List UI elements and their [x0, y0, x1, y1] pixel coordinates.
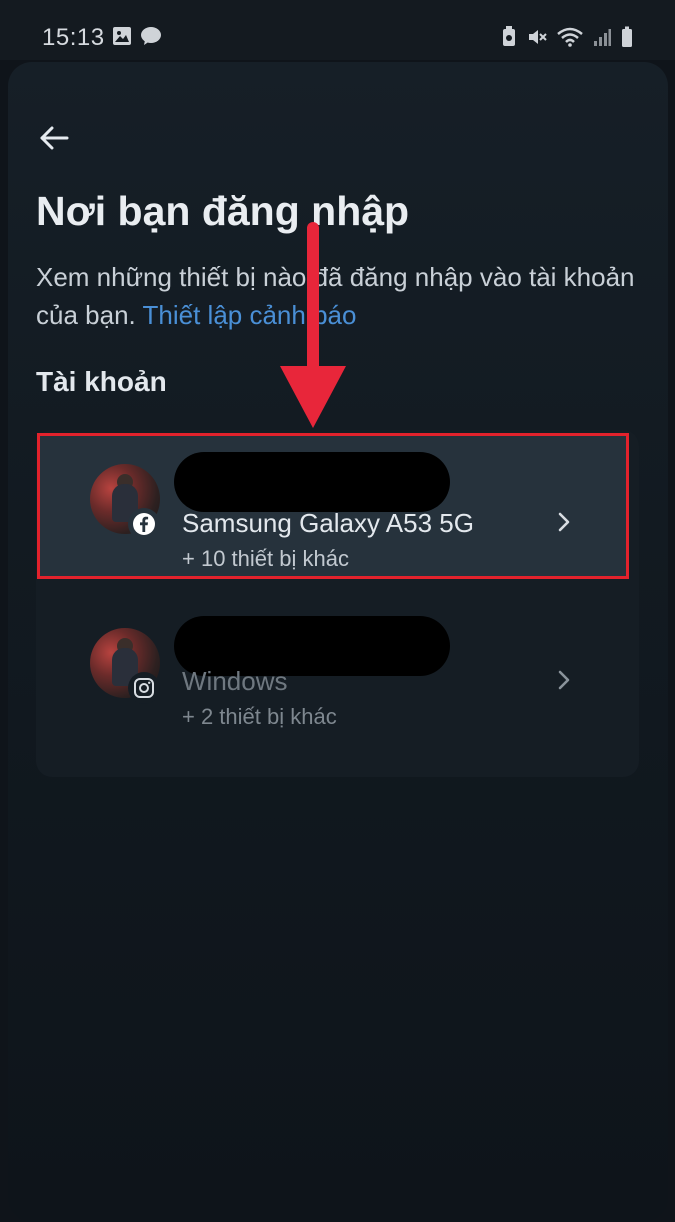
battery-icon [622, 26, 632, 47]
facebook-icon [133, 513, 155, 535]
signal-icon [594, 29, 611, 46]
wifi-icon [557, 27, 583, 47]
back-button[interactable] [36, 120, 72, 156]
chevron-right-icon [558, 512, 570, 532]
device-count: + 10 thiết bị khác [182, 546, 349, 571]
section-title: Tài khoản [36, 366, 167, 397]
arrow-left-icon [40, 126, 69, 150]
account-row-facebook[interactable]: Samsung Galaxy A53 5G + 10 thiết bị khác [37, 433, 629, 579]
battery-saver-icon [503, 26, 515, 46]
page-title: Nơi bạn đăng nhập [36, 188, 410, 234]
gallery-icon [113, 27, 131, 45]
status-left-icons [112, 26, 162, 46]
mute-icon [529, 30, 547, 44]
status-right-icons [501, 26, 633, 48]
redacted-account-name [174, 452, 450, 512]
page-description: Xem những thiết bị nào đã đăng nhập vào … [36, 258, 646, 334]
device-name: Samsung Galaxy A53 5G [182, 508, 474, 538]
facebook-badge [128, 508, 160, 540]
device-count: + 2 thiết bị khác [182, 704, 337, 729]
device-name: Windows [182, 666, 288, 696]
setup-alerts-link[interactable]: Thiết lập cảnh báo [143, 300, 357, 330]
chevron-right-icon [558, 670, 570, 690]
status-time: 15:13 [42, 24, 105, 51]
instagram-badge [128, 672, 160, 704]
instagram-icon [134, 678, 154, 698]
status-bar: 15:13 [0, 0, 675, 60]
account-row-instagram[interactable]: Windows + 2 thiết bị khác [40, 600, 626, 740]
chat-icon [141, 27, 161, 45]
